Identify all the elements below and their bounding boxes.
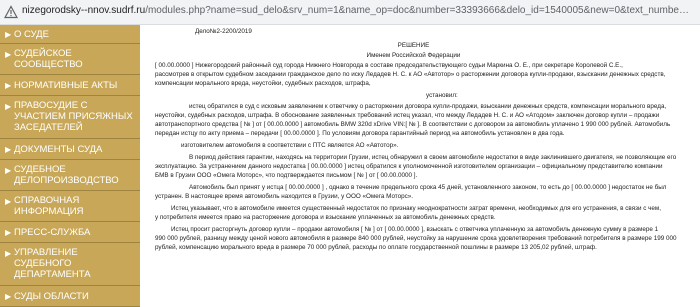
sidebar-item-reference-info[interactable]: ▶ СПРАВОЧНАЯ ИНФОРМАЦИЯ xyxy=(0,191,140,222)
document-line: установил: xyxy=(426,92,458,99)
sidebar-item-label: ПРАВОСУДИЕ С УЧАСТИЕМ ПРИСЯЖНЫХ ЗАСЕДАТЕ… xyxy=(14,100,133,133)
sidebar-item-label: СУДЕЙСКОЕ СООБЩЕСТВО xyxy=(14,48,83,70)
sidebar-item-jury-justice[interactable]: ▶ ПРАВОСУДИЕ С УЧАСТИЕМ ПРИСЯЖНЫХ ЗАСЕДА… xyxy=(0,96,140,139)
arrow-right-icon: ▶ xyxy=(5,50,12,59)
arrow-right-icon: ▶ xyxy=(5,30,12,39)
document-line: Автомобиль был принят у истца [ 00.00.00… xyxy=(189,184,667,191)
sidebar-item-court-records[interactable]: ▶ СУДЕБНОЕ ДЕЛОПРОИЗВОДСТВО xyxy=(0,160,140,191)
arrow-right-icon: ▶ xyxy=(5,102,12,111)
sidebar-item-normative-acts[interactable]: ▶ НОРМАТИВНЫЕ АКТЫ xyxy=(0,75,140,96)
sidebar-item-label: СУДЕБНОЕ ДЕЛОПРОИЗВОДСТВО xyxy=(14,164,119,186)
url-domain: nizegorodsky--nnov.sudrf.ru xyxy=(22,5,146,16)
document-content: Дело№2-2200/2019 РЕШЕНИЕ Именем Российск… xyxy=(141,25,700,301)
arrow-right-icon: ▶ xyxy=(5,292,12,301)
sidebar-nav: ▶ О СУДЕ ▶ СУДЕЙСКОЕ СООБЩЕСТВО ▶ НОРМАТ… xyxy=(0,25,140,307)
address-bar[interactable]: nizegorodsky--nnov.sudrf.ru/modules.php?… xyxy=(0,0,700,25)
not-secure-warning-icon[interactable] xyxy=(4,5,18,19)
arrow-right-icon: ▶ xyxy=(5,81,12,90)
sidebar-item-label: О СУДЕ xyxy=(14,29,49,40)
arrow-right-icon: ▶ xyxy=(5,249,12,258)
sidebar-item-label: ПРЕСС-СЛУЖБА xyxy=(14,227,91,238)
document-line: В период действия гарантии, находясь на … xyxy=(189,154,677,161)
document-subtitle: Именем Российской Федерации xyxy=(366,52,461,59)
selected-document-line: за нарушение срока удовлетворения требов… xyxy=(145,269,644,276)
sidebar-item-label: НОРМАТИВНЫЕ АКТЫ xyxy=(14,80,118,91)
document-line: рассмотрев в открытом судебном заседании… xyxy=(155,71,666,78)
document-line: эксплуатацию. За устранением данного нед… xyxy=(155,163,663,170)
arrow-right-icon: ▶ xyxy=(5,228,12,237)
document-line: неустойки, судебных расходов, штрафа. В … xyxy=(155,112,660,119)
document-line: [ 00.00.0000 ] Нижегородский районный су… xyxy=(155,62,623,69)
case-number: Дело№2-2200/2019 xyxy=(195,28,252,35)
sidebar-item-about-court[interactable]: ▶ О СУДЕ xyxy=(0,25,140,44)
document-line: Истец указывает, что в автомобиле имеетс… xyxy=(171,205,662,212)
document-line: у потребителя имеется право на расторжен… xyxy=(155,214,496,221)
arrow-right-icon: ▶ xyxy=(5,166,12,175)
sidebar-item-label: УПРАВЛЕНИЕ СУДЕБНОГО ДЕПАРТАМЕНТА xyxy=(14,247,91,280)
document-line: БМВ в Грузии ООО «Омега Моторс», что под… xyxy=(155,172,418,179)
selected-document-line: Впоследствии истец в порядке ст. 39 ГПК … xyxy=(145,249,627,256)
document-line: компенсации морального вреда, неустойки,… xyxy=(155,80,371,87)
sidebar-item-label: СПРАВОЧНАЯ ИНФОРМАЦИЯ xyxy=(14,195,84,217)
sidebar-item-regional-courts[interactable]: ▶ СУДЫ ОБЛАСТИ xyxy=(0,286,140,307)
document-line: изготовителем автомобиля в соответствии … xyxy=(181,142,399,149)
document-line: Истец просит расторгнуть договор купли –… xyxy=(171,226,659,233)
sidebar-item-judicial-community[interactable]: ▶ СУДЕЙСКОЕ СООБЩЕСТВО xyxy=(0,44,140,75)
sidebar-item-judicial-department[interactable]: ▶ УПРАВЛЕНИЕ СУДЕБНОГО ДЕПАРТАМЕНТА xyxy=(0,243,140,286)
sidebar-item-press-service[interactable]: ▶ ПРЕСС-СЛУЖБА xyxy=(0,222,140,243)
sidebar-item-label: СУДЫ ОБЛАСТИ xyxy=(14,291,89,302)
document-line: 990 000 рублей, разницу между ценой ново… xyxy=(155,235,677,242)
selected-document-line: взыскать с ответчика уплаченную за автом… xyxy=(145,259,660,266)
arrow-right-icon: ▶ xyxy=(5,197,12,206)
url-path: /modules.php?name=sud_delo&srv_num=1&nam… xyxy=(145,5,689,16)
arrow-right-icon: ▶ xyxy=(5,145,12,154)
document-title: РЕШЕНИЕ xyxy=(397,42,430,49)
document-line: передан истцу по акту приема – передачи … xyxy=(155,130,565,137)
document-line: устранен. В настоящее время автомобиль н… xyxy=(155,193,414,200)
selected-document-line: государственной пошлины в размере 13 205… xyxy=(145,279,333,286)
document-line: автотранспортного средства [ № ] от [ 00… xyxy=(155,121,671,128)
sidebar-item-court-documents[interactable]: ▶ ДОКУМЕНТЫ СУДА xyxy=(0,139,140,160)
url-text: nizegorodsky--nnov.sudrf.ru/modules.php?… xyxy=(22,5,689,16)
sidebar-item-label: ДОКУМЕНТЫ СУДА xyxy=(14,144,103,155)
document-line: истец обратился в суд с исковым заявлени… xyxy=(189,103,667,110)
